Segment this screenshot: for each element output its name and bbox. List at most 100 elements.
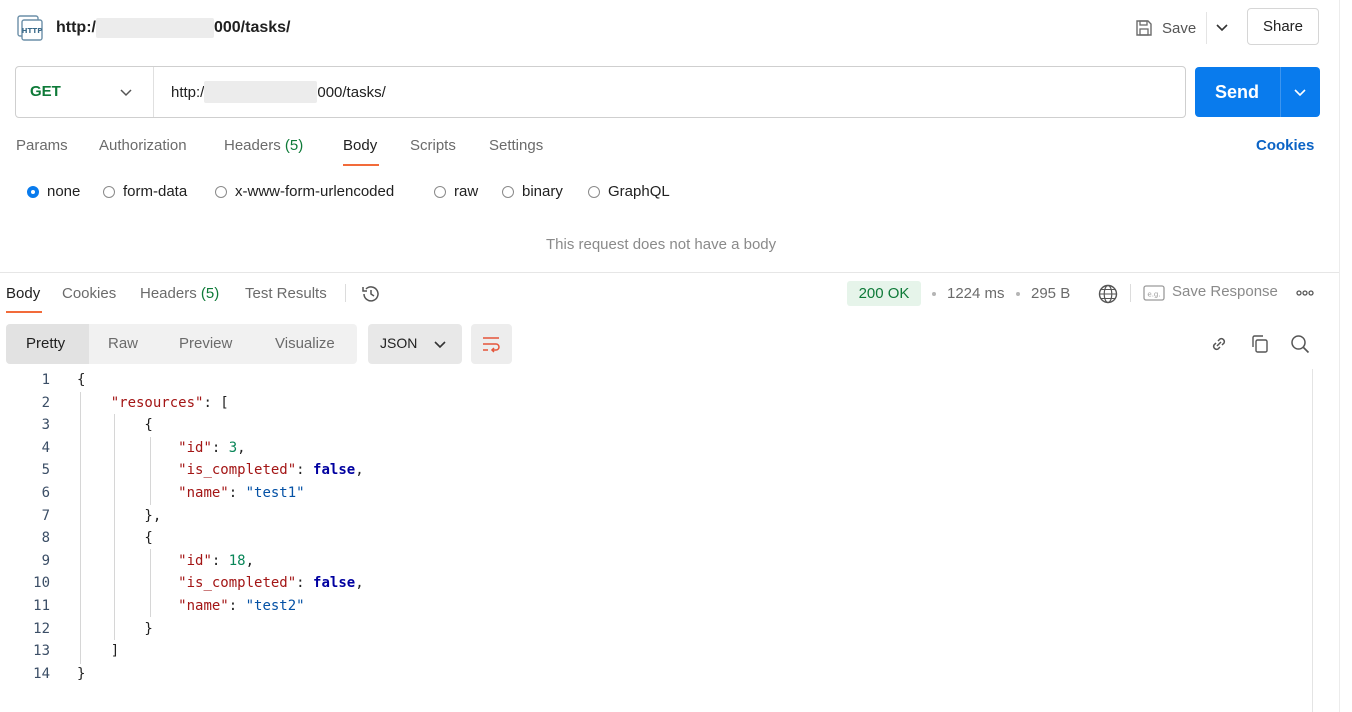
line-number: 10 bbox=[33, 575, 50, 592]
line-number: 2 bbox=[41, 394, 50, 411]
save-icon bbox=[1136, 20, 1152, 36]
line-number: 7 bbox=[41, 507, 50, 524]
json-key: "name" bbox=[178, 484, 229, 501]
method-select[interactable]: GET bbox=[30, 83, 61, 100]
http-icon: HTTP bbox=[17, 15, 43, 41]
copy-icon[interactable] bbox=[1249, 333, 1271, 355]
code-text: "resources": [ bbox=[110, 394, 229, 411]
code-text: { bbox=[77, 372, 86, 388]
svg-text:e.g.: e.g. bbox=[1147, 291, 1160, 299]
tab-headers[interactable]: Headers (5) bbox=[224, 137, 303, 154]
more-icon[interactable] bbox=[1295, 286, 1315, 300]
radio-none[interactable]: none bbox=[27, 183, 80, 200]
url-input[interactable]: http:/ 000/tasks/ bbox=[171, 81, 386, 103]
view-preview[interactable]: Preview bbox=[179, 335, 232, 352]
tab-authorization[interactable]: Authorization bbox=[99, 137, 187, 154]
indent-guide bbox=[114, 414, 115, 640]
share-button[interactable]: Share bbox=[1247, 8, 1319, 45]
wrap-lines-button[interactable] bbox=[471, 324, 512, 364]
format-select[interactable]: JSON bbox=[368, 324, 462, 364]
save-response-button[interactable]: Save Response bbox=[1172, 283, 1278, 300]
line-number: 1 bbox=[41, 372, 50, 388]
code-line: 7 }, bbox=[0, 505, 1312, 528]
line-number: 12 bbox=[33, 620, 50, 637]
scrollbar[interactable] bbox=[1312, 369, 1313, 712]
separator-dot bbox=[1016, 292, 1020, 296]
response-size[interactable]: 295 B bbox=[1031, 285, 1070, 302]
json-string: "test1" bbox=[245, 484, 305, 501]
view-visualize[interactable]: Visualize bbox=[275, 335, 335, 352]
radio-form-data[interactable]: form-data bbox=[103, 183, 187, 200]
line-number: 8 bbox=[41, 530, 50, 547]
chevron-down-icon[interactable] bbox=[1292, 84, 1308, 100]
radio-label: GraphQL bbox=[608, 183, 670, 200]
link-icon[interactable] bbox=[1208, 333, 1230, 355]
save-response-icon[interactable]: e.g. bbox=[1143, 284, 1165, 302]
save-button[interactable]: Save bbox=[1134, 14, 1196, 42]
code-text: "id": 3, bbox=[178, 439, 246, 456]
tab-headers-label: Headers bbox=[224, 137, 281, 154]
code-line: 14} bbox=[0, 663, 1312, 686]
response-tab-test-results[interactable]: Test Results bbox=[245, 285, 327, 302]
json-key: "id" bbox=[178, 439, 212, 456]
response-time[interactable]: 1224 ms bbox=[947, 285, 1005, 302]
history-icon[interactable] bbox=[360, 283, 382, 305]
code-text: "name": "test2" bbox=[178, 597, 305, 614]
radio-raw[interactable]: raw bbox=[434, 183, 478, 200]
tab-scripts[interactable]: Scripts bbox=[410, 137, 456, 154]
panel-border bbox=[1339, 0, 1340, 272]
json-key: "name" bbox=[178, 597, 229, 614]
code-line: 1{ bbox=[0, 369, 1312, 392]
response-tab-cookies[interactable]: Cookies bbox=[62, 285, 116, 302]
code-line: 9 "id": 18, bbox=[0, 550, 1312, 573]
url-prefix: http:/ bbox=[171, 83, 205, 101]
view-pretty[interactable]: Pretty bbox=[26, 335, 65, 352]
send-button[interactable]: Send bbox=[1195, 67, 1320, 117]
tab-body[interactable]: Body bbox=[343, 137, 377, 154]
url-suffix: 000/tasks/ bbox=[317, 83, 386, 101]
code-text: }, bbox=[77, 507, 162, 524]
response-tab-headers[interactable]: Headers (5) bbox=[140, 285, 219, 302]
search-icon[interactable] bbox=[1289, 333, 1311, 355]
redacted-host bbox=[95, 18, 214, 38]
radio-label: none bbox=[47, 183, 81, 200]
send-label: Send bbox=[1215, 82, 1260, 102]
status-badge[interactable]: 200 OK bbox=[847, 281, 921, 306]
line-number: 14 bbox=[33, 665, 50, 682]
code-line: 2 "resources": [ bbox=[0, 392, 1312, 415]
line-number: 5 bbox=[41, 462, 50, 479]
request-title[interactable]: http:/ 000/tasks/ bbox=[56, 18, 291, 38]
response-tab-body[interactable]: Body bbox=[6, 285, 40, 302]
code-line: 8 { bbox=[0, 527, 1312, 550]
active-tab-indicator bbox=[343, 164, 379, 166]
tab-settings[interactable]: Settings bbox=[489, 137, 543, 154]
pane-divider[interactable] bbox=[0, 272, 1340, 273]
svg-text:HTTP: HTTP bbox=[22, 27, 43, 35]
radio-icon bbox=[502, 185, 514, 198]
globe-icon[interactable] bbox=[1097, 283, 1119, 305]
title-prefix: http:/ bbox=[56, 19, 96, 36]
radio-urlencoded[interactable]: x-www-form-urlencoded bbox=[215, 183, 394, 200]
line-number: 9 bbox=[41, 552, 50, 569]
response-body-editor[interactable]: 1{ 2 "resources": [ 3 { 4 "id": 3, 5 "is… bbox=[0, 369, 1312, 685]
headers-count: (5) bbox=[284, 137, 304, 154]
radio-graphql[interactable]: GraphQL bbox=[588, 183, 670, 200]
chevron-down-icon[interactable] bbox=[1213, 18, 1231, 36]
radio-icon bbox=[588, 185, 600, 198]
cookies-link[interactable]: Cookies bbox=[1256, 137, 1314, 154]
radio-binary[interactable]: binary bbox=[502, 183, 563, 200]
divider bbox=[1206, 12, 1207, 44]
format-label: JSON bbox=[380, 335, 418, 351]
code-line: 13 ] bbox=[0, 640, 1312, 663]
json-number: 18 bbox=[228, 552, 246, 569]
view-raw[interactable]: Raw bbox=[108, 335, 138, 352]
tab-params[interactable]: Params bbox=[16, 137, 68, 154]
chevron-down-icon[interactable] bbox=[118, 84, 134, 100]
code-line: 10 "is_completed": false, bbox=[0, 572, 1312, 595]
divider bbox=[1130, 284, 1131, 302]
json-key: "is_completed" bbox=[178, 462, 297, 479]
radio-label: raw bbox=[454, 183, 479, 200]
headers-count: (5) bbox=[200, 285, 220, 302]
separator-dot bbox=[932, 292, 936, 296]
save-label: Save bbox=[1162, 19, 1197, 37]
